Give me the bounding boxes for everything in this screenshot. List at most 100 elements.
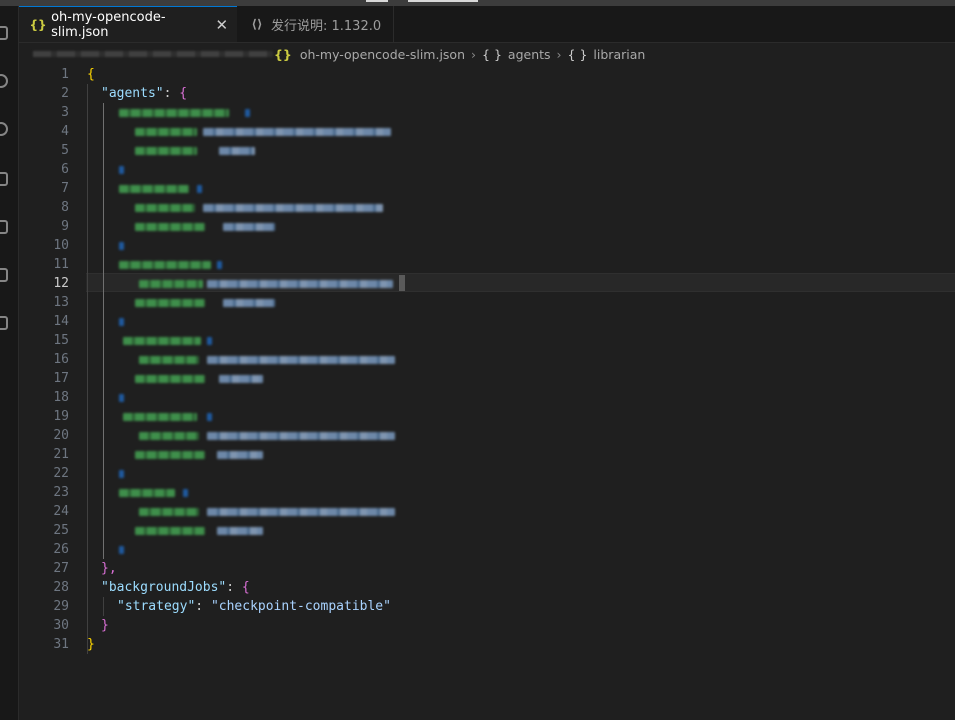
obscured-code — [119, 489, 175, 497]
line-number: 24 — [53, 504, 69, 519]
explorer-icon[interactable] — [0, 26, 8, 40]
obscured-code — [135, 204, 195, 212]
line-number: 16 — [53, 352, 69, 367]
obscured-code — [207, 432, 395, 440]
line-number: 8 — [61, 200, 69, 215]
obscured-code — [139, 508, 199, 516]
obscured-code — [207, 508, 395, 516]
json-file-icon: {} — [29, 17, 47, 32]
activity-bar — [0, 6, 19, 720]
obscured-code — [135, 375, 205, 383]
source-control-icon[interactable] — [0, 122, 8, 136]
close-icon[interactable]: ✕ — [215, 16, 229, 34]
obscured-code — [219, 147, 255, 155]
json-file-icon: {} — [274, 46, 292, 62]
vscode-icon: ⟨⟩ — [251, 17, 263, 31]
obscured-code — [119, 546, 124, 554]
line-number: 9 — [61, 219, 69, 234]
run-debug-icon[interactable] — [0, 172, 8, 186]
line-number: 19 — [53, 409, 69, 424]
line-number: 20 — [53, 428, 69, 443]
tab-oh-my-opencode-slim-json[interactable]: {} oh-my-opencode-slim.json ✕ — [19, 6, 237, 42]
obscured-code — [217, 527, 263, 535]
obscured-code — [135, 128, 197, 136]
tab-label: 发行说明: 1.132.0 — [271, 18, 382, 34]
line-number: 23 — [53, 485, 69, 500]
obscured-code — [119, 185, 189, 193]
title-blur — [366, 0, 388, 2]
line-number: 4 — [61, 124, 69, 139]
obscured-code — [139, 356, 199, 364]
obscured-code — [119, 394, 124, 402]
search-icon[interactable] — [0, 74, 8, 88]
line-number: 1 — [61, 67, 69, 82]
line-number: 27 — [53, 561, 69, 576]
obscured-code — [203, 128, 391, 136]
code-line-27: }, — [101, 561, 117, 576]
line-number: 30 — [53, 618, 69, 633]
code-line-1: { — [87, 67, 95, 82]
obscured-code — [223, 223, 275, 231]
obscured-code — [217, 451, 263, 459]
line-number: 18 — [53, 390, 69, 405]
code-line-29: "strategy": "checkpoint-compatible" — [117, 599, 391, 614]
line-number: 10 — [53, 238, 69, 253]
breadcrumb-item-librarian[interactable]: librarian — [593, 47, 645, 62]
obscured-code — [119, 261, 211, 269]
breadcrumb-item-agents[interactable]: agents — [508, 47, 551, 62]
indent-guide — [103, 597, 104, 616]
code-line-28: "backgroundJobs": { — [101, 580, 250, 595]
obscured-code — [139, 280, 203, 288]
remote-icon[interactable] — [0, 220, 8, 234]
line-number: 6 — [61, 162, 69, 177]
line-number: 14 — [53, 314, 69, 329]
obscured-code — [245, 109, 250, 117]
indent-guide — [87, 84, 88, 654]
line-number: 2 — [61, 86, 69, 101]
obscured-code — [183, 489, 188, 497]
tab-label: oh-my-opencode-slim.json — [51, 9, 166, 40]
line-number: 22 — [53, 466, 69, 481]
obscured-code — [197, 185, 202, 193]
line-number: 21 — [53, 447, 69, 462]
indent-guide — [103, 103, 104, 559]
chevron-right-icon: › — [471, 46, 477, 62]
line-number: 12 — [53, 276, 69, 291]
breadcrumb: {} oh-my-opencode-slim.json › { } agents… — [19, 43, 955, 65]
object-icon: { } — [482, 46, 502, 62]
code-line-30: } — [101, 618, 109, 633]
line-number: 3 — [61, 105, 69, 120]
line-number: 29 — [53, 599, 69, 614]
line-number: 25 — [53, 523, 69, 538]
obscured-code — [223, 299, 275, 307]
obscured-code — [135, 451, 205, 459]
editor-tab-bar: {} oh-my-opencode-slim.json ✕ ⟨⟩ 发行说明: 1… — [19, 6, 955, 43]
line-number: 7 — [61, 181, 69, 196]
obscured-code — [207, 337, 212, 345]
extensions-icon[interactable] — [0, 268, 8, 282]
obscured-code — [135, 527, 205, 535]
obscured-code — [217, 261, 222, 269]
chevron-right-icon: › — [556, 46, 562, 62]
obscured-code — [119, 166, 124, 174]
line-number: 26 — [53, 542, 69, 557]
code-line-31: } — [87, 637, 95, 652]
obscured-code — [203, 204, 383, 212]
title-blur — [408, 0, 478, 2]
tab-release-notes[interactable]: ⟨⟩ 发行说明: 1.132.0 — [237, 6, 394, 42]
obscured-code — [135, 147, 197, 155]
obscured-code — [207, 280, 393, 288]
obscured-code — [119, 470, 124, 478]
line-number: 11 — [53, 257, 69, 272]
testing-icon[interactable] — [0, 316, 8, 330]
code-editor[interactable]: 1 2 3 4 5 6 7 8 9 10 11 12 13 14 15 16 17 18 19 20 21 22 23 24 2… — [19, 65, 955, 720]
line-number: 15 — [53, 333, 69, 348]
obscured-code — [207, 356, 395, 364]
text-cursor — [399, 275, 405, 291]
line-number: 5 — [61, 143, 69, 158]
obscured-code — [119, 109, 229, 117]
line-number: 17 — [53, 371, 69, 386]
obscured-code — [123, 337, 201, 345]
breadcrumb-item-file[interactable]: oh-my-opencode-slim.json — [300, 47, 465, 62]
obscured-code — [139, 432, 199, 440]
